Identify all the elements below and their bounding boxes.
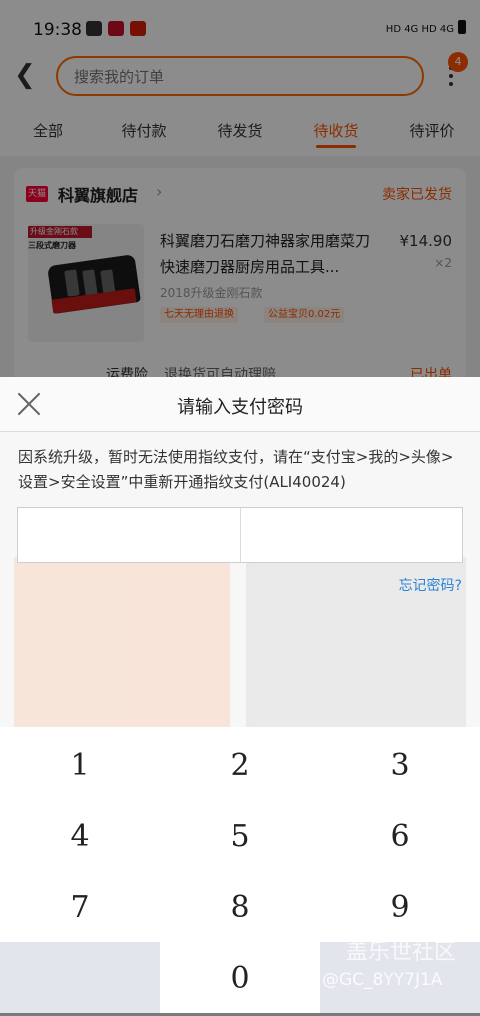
key-4[interactable]: 4: [0, 800, 160, 871]
payment-header: 请输入支付密码: [0, 377, 480, 432]
key-5[interactable]: 5: [160, 800, 320, 871]
key-1[interactable]: 1: [0, 729, 160, 800]
key-blank: [0, 942, 160, 1013]
orders-page: 19:38 HD 4G HD 4G ❮ 4 全部 待付款 待发货 待收货 待评价…: [0, 0, 480, 1013]
forgot-password-link[interactable]: 忘记密码?: [399, 575, 462, 595]
password-input[interactable]: [17, 507, 463, 563]
key-9[interactable]: 9: [320, 871, 480, 942]
watermark-title: 盖乐世社区: [346, 940, 457, 965]
key-0[interactable]: 0: [160, 942, 320, 1013]
password-cell: [18, 508, 241, 562]
key-6[interactable]: 6: [320, 800, 480, 871]
fingerprint-notice: 因系统升级，暂时无法使用指纹支付，请在“支付宝>我的>头像>设置>安全设置”中重…: [18, 448, 454, 491]
key-3[interactable]: 3: [320, 729, 480, 800]
payment-title: 请输入支付密码: [177, 397, 303, 418]
payment-sheet: 请输入支付密码 因系统升级，暂时无法使用指纹支付，请在“支付宝>我的>头像>设置…: [0, 377, 480, 727]
password-cell: [241, 508, 463, 562]
key-7[interactable]: 7: [0, 871, 160, 942]
key-2[interactable]: 2: [160, 729, 320, 800]
key-8[interactable]: 8: [160, 871, 320, 942]
watermark-handle: @GC_8YY7J1A: [322, 970, 443, 990]
